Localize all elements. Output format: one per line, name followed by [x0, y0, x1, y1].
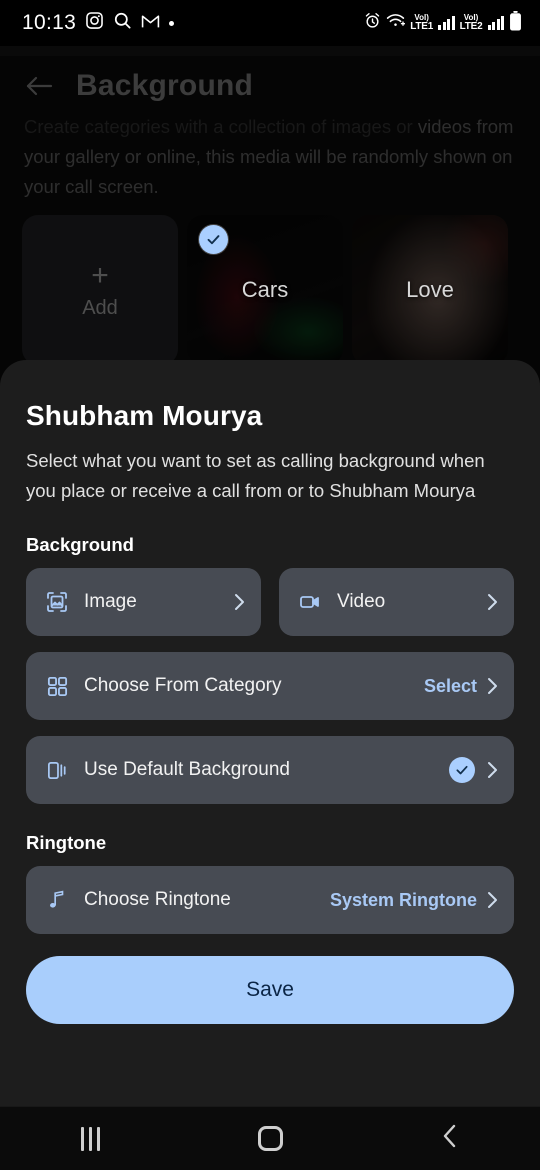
page-title: Background [76, 69, 254, 102]
ringtone-section-label: Ringtone [26, 832, 107, 853]
bottom-sheet: Shubham Mourya Select what you want to s… [0, 360, 540, 1170]
home-button[interactable] [225, 1115, 315, 1163]
page-description: Create categories with a collection of i… [24, 112, 518, 202]
category-add-label: Add [82, 296, 118, 319]
choose-ringtone-label: Choose Ringtone [84, 889, 231, 910]
check-circle-icon [199, 225, 228, 254]
use-default-background-label: Use Default Background [84, 759, 290, 780]
back-icon [440, 1122, 460, 1155]
signal-bars-2-icon [487, 16, 504, 30]
search-icon [113, 11, 132, 35]
navigation-bar [0, 1106, 540, 1170]
background-section-label: Background [26, 534, 134, 555]
chevron-right-icon [487, 677, 498, 695]
wifi-icon [386, 13, 406, 33]
chevron-right-icon [487, 891, 498, 909]
volte-lte1-icon: VoI) LTE1 [410, 14, 433, 32]
category-card-cars[interactable]: Cars [187, 215, 343, 365]
arrow-left-icon[interactable] [24, 71, 54, 101]
chevron-right-icon [487, 593, 498, 611]
category-label-cars: Cars [241, 277, 289, 302]
video-camera-icon [297, 589, 323, 615]
video-option-label: Video [337, 591, 386, 612]
image-option-label: Image [84, 591, 137, 612]
grid-icon [44, 673, 70, 699]
layers-icon [44, 757, 70, 783]
music-note-icon [44, 887, 70, 913]
status-bar-left: 10:13 [22, 11, 175, 35]
use-default-background-row[interactable]: Use Default Background [26, 736, 514, 804]
image-frame-icon [44, 589, 70, 615]
home-icon [257, 1126, 283, 1151]
volte-lte2-icon: VoI) LTE2 [460, 14, 483, 32]
choose-ringtone-row[interactable]: Choose Ringtone System Ringtone [26, 866, 514, 934]
category-card-love[interactable]: Love [352, 215, 508, 365]
chevron-right-icon [487, 761, 498, 779]
sheet-description: Select what you want to set as calling b… [26, 450, 485, 501]
phone-screen: 10:13 VoI) LTE1 VoI) LTE2 Background Cre… [0, 0, 540, 1170]
gmail-icon [141, 13, 160, 34]
status-time: 10:13 [22, 11, 77, 34]
plus-icon: + [91, 258, 109, 292]
contact-name: Shubham Mourya [26, 400, 263, 431]
check-circle-icon [449, 757, 475, 783]
choose-from-category-value[interactable]: Select [424, 676, 477, 697]
back-button[interactable] [405, 1115, 495, 1163]
choose-from-category-row[interactable]: Choose From Category Select [26, 652, 514, 720]
status-bar-right: VoI) LTE1 VoI) LTE2 [364, 10, 522, 36]
page-description-faded: Create categories with a collection of i… [24, 116, 413, 137]
save-button[interactable]: Save [26, 956, 514, 1024]
battery-icon [509, 10, 522, 36]
volte-sim2-bottom: LTE2 [459, 21, 483, 32]
alarm-icon [364, 12, 381, 34]
status-bar: 10:13 VoI) LTE1 VoI) LTE2 [0, 0, 540, 46]
page-header: Background [0, 56, 540, 116]
background-option-pair: Image Video [26, 568, 514, 636]
category-label-love: Love [406, 277, 454, 302]
category-add-card[interactable]: + Add [22, 215, 178, 365]
instagram-icon [85, 11, 104, 35]
recents-icon [80, 1126, 100, 1151]
choose-ringtone-value[interactable]: System Ringtone [330, 890, 477, 911]
recents-button[interactable] [45, 1115, 135, 1163]
video-option-row[interactable]: Video [279, 568, 514, 636]
category-list: + Add Cars Love [22, 215, 540, 365]
volte-sim1-bottom: LTE1 [410, 21, 434, 32]
image-option-row[interactable]: Image [26, 568, 261, 636]
signal-bars-1-icon [438, 16, 455, 30]
chevron-right-icon [234, 593, 245, 611]
dot-indicator [169, 20, 175, 26]
choose-from-category-label: Choose From Category [84, 675, 282, 696]
